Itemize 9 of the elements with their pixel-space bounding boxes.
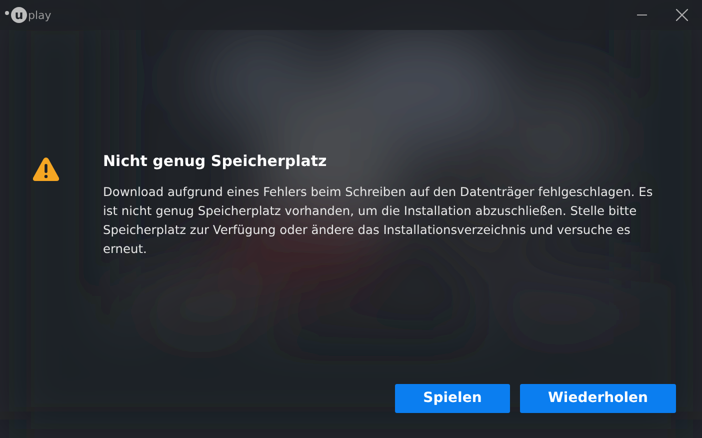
close-icon [676,9,688,21]
warning-icon [32,156,60,182]
dialog-message: Download aufgrund eines Fehlers beim Schreiben auf den Datenträger fehlgeschlagen. Es ist nicht genug Speicherplatz vorhanden, um die Installation abzuschließen. Stelle bitte Speicherplatz zur Verfügung oder ändere das Installationsverzeichnis und versuche es erneut. [103,184,654,258]
logo-mark: u [11,7,27,23]
dialog-button[interactable]: Spielen [395,384,510,413]
logo-text: play [28,10,52,20]
minimize-icon [637,14,647,16]
dialog-button[interactable]: Wiederholen [520,384,676,413]
dialog-title: Nicht genug Speicherplatz [103,151,328,171]
